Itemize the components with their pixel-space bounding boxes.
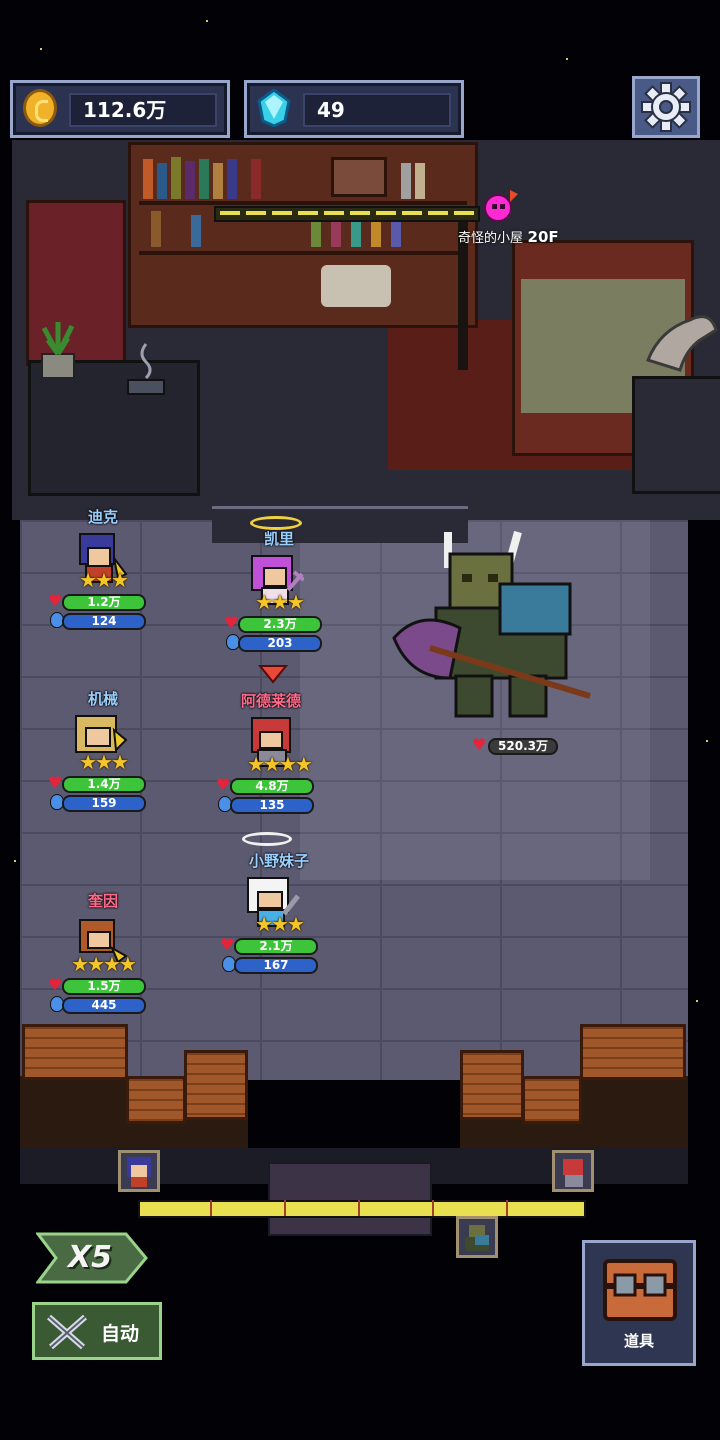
potted-plant-icon — [41, 322, 75, 378]
entrance-stairs — [268, 1162, 432, 1236]
gem-counter: 49 — [244, 80, 464, 138]
gold-coin-icon — [23, 89, 57, 127]
hero-card[interactable]: 阿德莱德 ★★★★ ♥ 4.8万 135 — [216, 665, 342, 830]
wooden-crate — [522, 1076, 582, 1124]
auto-battle-button[interactable]: 自动 — [32, 1302, 162, 1360]
hero-hp: 4.8万 — [230, 778, 314, 795]
treasure-chest-icon — [603, 1259, 677, 1321]
stage-name: 奇怪的小屋 — [458, 231, 524, 246]
hero-mp: 445 — [62, 997, 146, 1014]
hero-hp: 1.2万 — [62, 594, 146, 611]
hero-hp: 1.4万 — [62, 776, 146, 793]
wooden-crate — [126, 1076, 186, 1124]
hero-hp: 2.1万 — [234, 938, 318, 955]
hero-stars: ★★★ — [79, 750, 129, 774]
side-desk — [28, 360, 200, 496]
hero-stars: ★★★ — [255, 912, 305, 936]
hero-name: 凯里 — [263, 530, 294, 548]
hero-mp: 135 — [230, 797, 314, 814]
hero-portrait — [118, 1150, 160, 1192]
heart-icon: ♥ — [216, 775, 231, 794]
heart-icon: ♥ — [220, 935, 235, 954]
wooden-crate — [22, 1024, 128, 1080]
boss-hp: 520.3万 — [488, 738, 558, 755]
heart-icon: ♥ — [48, 773, 63, 792]
gold-counter: 112.6万 — [10, 80, 230, 138]
hero-card[interactable]: 凯里 ★★★ ♥ 2.3万 203 — [224, 516, 334, 668]
hero-card[interactable]: 奎因 ★★★★ ♥ 1.5万 445 — [48, 890, 158, 1030]
hero-mp: 159 — [62, 795, 146, 812]
heart-icon: ♥ — [224, 613, 239, 632]
stage-floor: 20F — [527, 228, 559, 246]
blue-gem-icon — [257, 89, 291, 127]
items-button[interactable]: 道具 — [582, 1240, 696, 1366]
wooden-crate — [460, 1050, 524, 1120]
heart-icon: ♥ — [48, 975, 63, 994]
wave-progress-bar — [138, 1200, 586, 1218]
hero-stars: ★★★ — [255, 590, 305, 614]
hero-mp: 203 — [238, 635, 322, 652]
hero-card[interactable]: 小野妹子 ★★★ ♥ 2.1万 167 — [220, 832, 338, 990]
hero-stars: ★★★★ — [71, 952, 137, 976]
hero-name: 奎因 — [87, 892, 118, 910]
hero-card[interactable]: 机械 ★★★ ♥ 1.4万 159 — [48, 688, 158, 828]
settings-button[interactable] — [632, 76, 700, 138]
stage-progress-bar — [214, 206, 480, 222]
skull-icon — [484, 190, 518, 222]
boss-portrait — [456, 1216, 498, 1258]
hero-mp: 167 — [234, 957, 318, 974]
gold-amount: 112.6万 — [69, 93, 217, 127]
halo-icon — [242, 832, 292, 846]
crossed-swords-icon — [47, 1314, 87, 1350]
wooden-crate — [580, 1024, 686, 1080]
wave-progress-fill — [140, 1202, 584, 1216]
hero-name: 小野妹子 — [248, 852, 309, 870]
hero-name: 阿德莱德 — [240, 692, 301, 710]
hero-stars: ★★★★ — [247, 752, 313, 776]
auto-label: 自动 — [101, 1323, 140, 1345]
hero-stars: ★★★ — [79, 568, 129, 592]
hero-hp: 2.3万 — [238, 616, 322, 633]
bookshelf — [128, 142, 478, 328]
heart-icon: ♥ — [48, 591, 63, 610]
hero-mp: 124 — [62, 613, 146, 630]
items-label: 道具 — [623, 1332, 654, 1350]
hero-card[interactable]: 迪克 ★★★ ♥ 1.2万 124 — [48, 506, 158, 646]
stage-label: 奇怪的小屋 20F — [458, 227, 559, 246]
hero-name: 机械 — [87, 690, 118, 708]
gem-amount: 49 — [303, 93, 451, 127]
speed-label: X5 — [68, 1240, 113, 1275]
incense-burner-icon — [127, 343, 165, 395]
target-marker-icon — [258, 665, 288, 684]
hero-name: 迪克 — [87, 508, 118, 526]
enemy-portrait — [552, 1150, 594, 1192]
wooden-crate — [184, 1050, 248, 1120]
speed-toggle-button[interactable]: X5 — [35, 1230, 148, 1286]
hero-hp: 1.5万 — [62, 978, 146, 995]
gear-icon — [641, 82, 691, 132]
minotaur-boss[interactable] — [390, 528, 600, 732]
heart-icon: ♥ — [472, 735, 487, 754]
dragon-skull-icon — [646, 315, 718, 372]
display-stand — [632, 376, 720, 494]
